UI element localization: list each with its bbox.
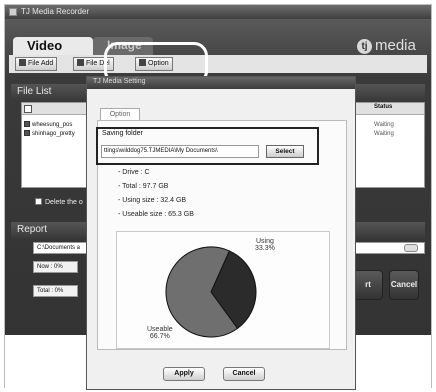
status-column-header: Status xyxy=(374,104,393,110)
row-status: Waiting xyxy=(374,122,394,128)
brand-logo-icon: tj xyxy=(357,39,372,54)
table-row[interactable]: wheesung_pos xyxy=(24,121,72,129)
delete-checkbox[interactable] xyxy=(35,198,42,205)
row-checkbox[interactable] xyxy=(24,121,30,127)
brand-text: media xyxy=(375,37,416,54)
window-title: TJ Media Recorder xyxy=(21,7,90,16)
now-progress-label: Now : 0% xyxy=(33,261,78,273)
tab-image[interactable]: Image xyxy=(93,37,153,55)
delete-file-icon xyxy=(77,59,84,66)
app-icon xyxy=(9,8,17,16)
start-button[interactable]: rt xyxy=(353,270,383,300)
option-button[interactable]: Option xyxy=(135,57,173,71)
delete-option[interactable]: Delete the o xyxy=(35,198,83,206)
tab-option[interactable]: Option xyxy=(100,108,140,120)
cancel-button[interactable]: Cancel xyxy=(389,270,419,300)
file-del-button[interactable]: File Del xyxy=(73,57,114,71)
row-status: Waiting xyxy=(374,131,394,137)
dialog-title-bar[interactable]: TJ Media Setting xyxy=(87,77,355,89)
dialog-title: TJ Media Setting xyxy=(93,78,146,85)
using-info: - Using size : 32.4 GB xyxy=(118,197,187,204)
gear-icon xyxy=(139,59,146,66)
file-add-button[interactable]: File Add xyxy=(15,57,58,71)
file-list-title: File List xyxy=(17,86,52,97)
add-file-icon xyxy=(19,59,26,66)
tab-video[interactable]: Video xyxy=(13,37,93,55)
title-bar[interactable]: TJ Media Recorder xyxy=(5,5,431,19)
useable-info: - Useable size : 65.3 GB xyxy=(118,211,194,218)
folder-path-field[interactable]: ttings\wilddog75.TJMEDIA\My Documents\ xyxy=(101,145,259,158)
select-button[interactable]: Select xyxy=(266,145,304,158)
row-checkbox[interactable] xyxy=(24,130,30,136)
dialog-cancel-button[interactable]: Cancel xyxy=(223,367,265,381)
pie-label-using: Using 33.3% xyxy=(255,238,275,252)
total-progress-label: Total : 0% xyxy=(33,285,78,297)
total-info: - Total : 97.7 GB xyxy=(118,183,169,190)
browse-icon[interactable] xyxy=(404,244,418,252)
report-title: Report xyxy=(17,224,48,235)
drive-info: - Drive : C xyxy=(118,169,150,176)
brand: tj media xyxy=(357,37,416,54)
select-all-checkbox[interactable] xyxy=(24,105,32,113)
disk-usage-chart: Using 33.3% Useable 66.7% xyxy=(116,231,330,349)
table-row[interactable]: shinhago_pretty xyxy=(24,130,75,138)
toolbar: File Add File Del Option xyxy=(9,55,427,73)
pie-label-useable: Useable 66.7% xyxy=(147,326,173,340)
saving-folder-label: Saving folder xyxy=(102,130,143,137)
apply-button[interactable]: Apply xyxy=(163,367,205,381)
